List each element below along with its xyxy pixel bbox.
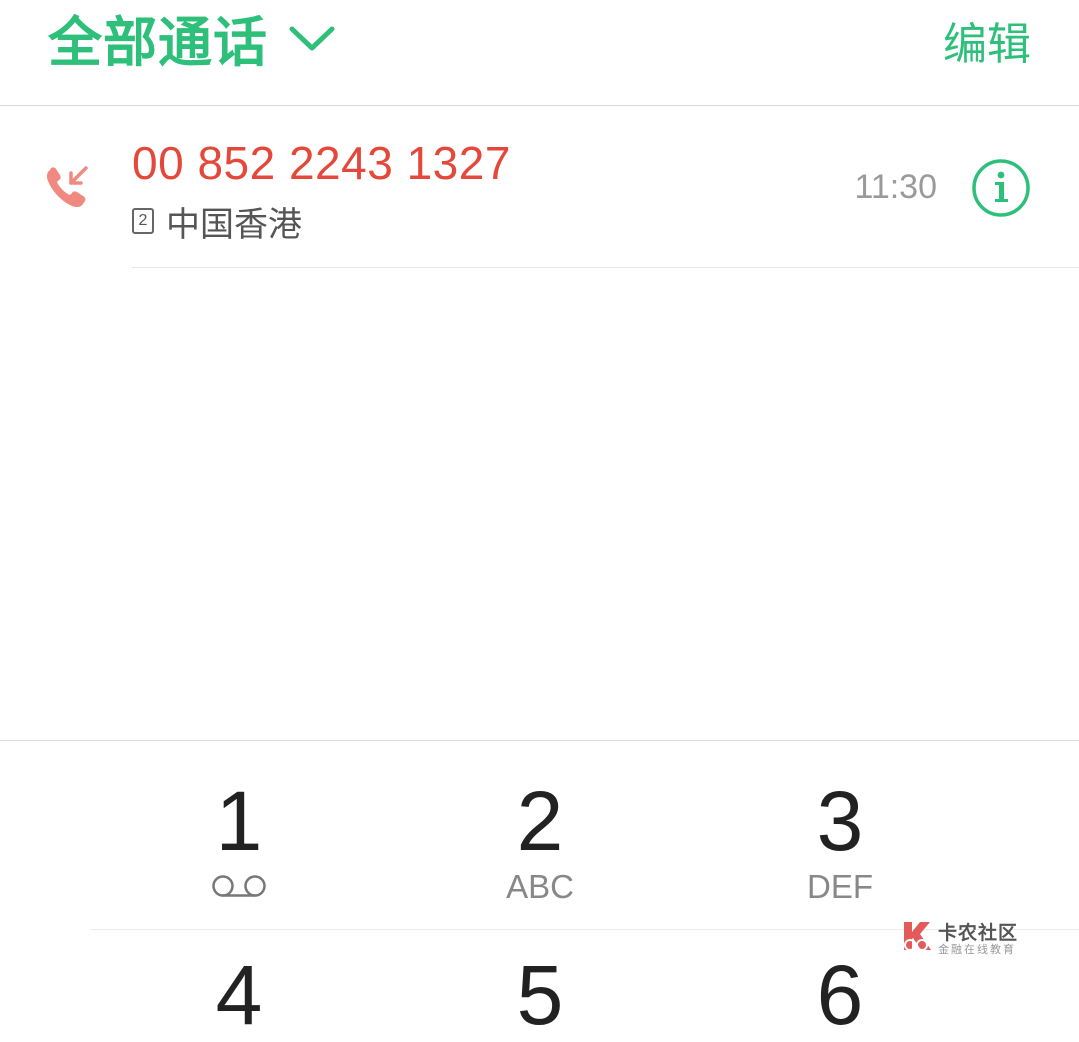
- watermark: 卡农社区 金融在线教育: [900, 918, 1030, 960]
- edit-button[interactable]: 编辑: [943, 8, 1031, 72]
- call-filter-dropdown[interactable]: 全部通话: [48, 2, 336, 74]
- key-digit: 2: [516, 774, 564, 868]
- dialpad-key-5[interactable]: 5: [440, 953, 640, 1037]
- key-letters: ABC: [506, 868, 574, 905]
- call-meta: 2 中国香港: [132, 200, 302, 245]
- call-time: 11:30: [854, 168, 937, 206]
- key-digit: 1: [215, 774, 263, 868]
- call-log-list: 00 852 2243 1327 2 中国香港 11:30: [0, 106, 1079, 268]
- key-digit: 3: [816, 774, 864, 868]
- voicemail-icon: [212, 875, 266, 897]
- dialpad-key-3[interactable]: 3 DEF: [740, 779, 940, 905]
- watermark-subtitle: 金融在线教育: [938, 943, 1016, 956]
- dialpad-key-6[interactable]: 6: [740, 953, 940, 1037]
- info-icon[interactable]: [971, 158, 1031, 218]
- dialpad: 1 2 ABC 3 DEF 4 5 6: [0, 740, 1079, 1037]
- kanong-logo-icon: [904, 922, 931, 951]
- call-log-item[interactable]: 00 852 2243 1327 2 中国香港 11:30: [0, 106, 1079, 268]
- key-letters: DEF: [807, 868, 873, 905]
- chevron-down-icon: [289, 26, 335, 51]
- key-digit: 6: [816, 948, 864, 1042]
- dialpad-key-2[interactable]: 2 ABC: [440, 779, 640, 905]
- key-digit: 4: [215, 948, 263, 1042]
- filter-title: 全部通话: [48, 10, 268, 74]
- caller-location: 中国香港: [166, 204, 302, 245]
- header: 全部通话 编辑: [0, 0, 1079, 106]
- dialpad-key-1[interactable]: 1: [139, 779, 339, 899]
- dialpad-key-4[interactable]: 4: [139, 953, 339, 1037]
- key-digit: 5: [516, 948, 564, 1042]
- caller-number: 00 852 2243 1327: [132, 137, 511, 189]
- sim-card-icon: 2: [132, 208, 154, 234]
- row-divider: [132, 267, 1079, 268]
- incoming-call-icon: [46, 166, 88, 208]
